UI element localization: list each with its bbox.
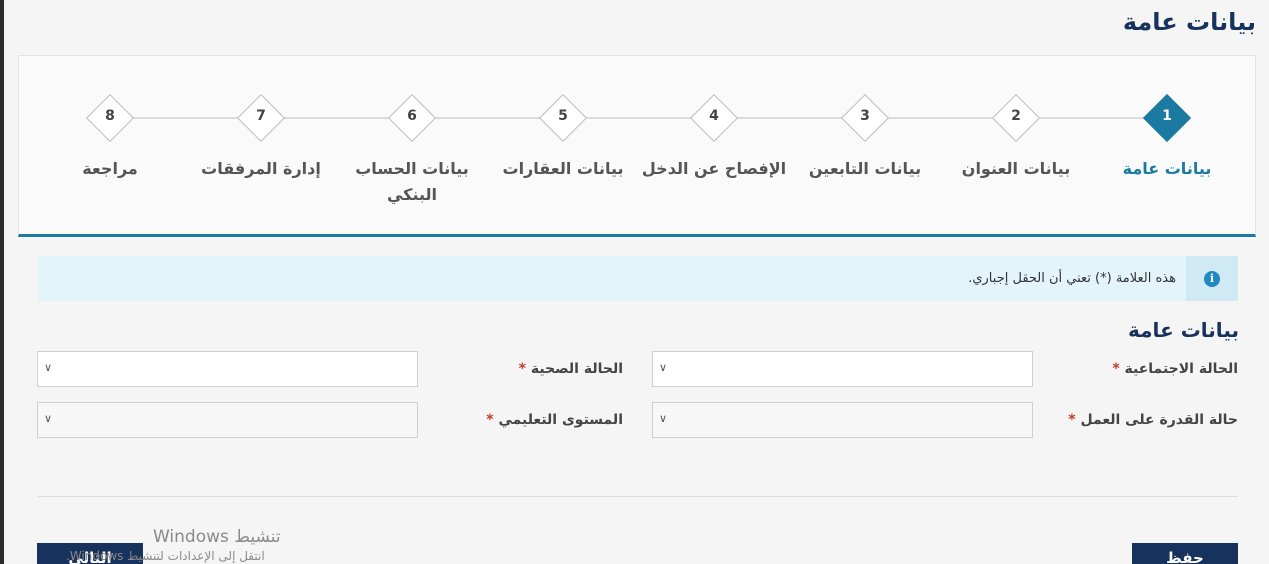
chevron-down-icon: ∨ bbox=[44, 412, 53, 425]
marital-status-select[interactable]: ∨ bbox=[652, 351, 1033, 387]
step-8-number: 8 bbox=[105, 108, 115, 124]
stepper-card: 1 بيانات عامة 2 بيانات العنوان 3 بيانات … bbox=[18, 55, 1256, 237]
step-6-number: 6 bbox=[407, 108, 417, 124]
step-4-number: 4 bbox=[709, 108, 719, 124]
required-asterisk: * bbox=[1068, 412, 1076, 428]
info-text: هذه العلامة (*) تعني أن الحقل إجباري. bbox=[968, 271, 1176, 286]
step-8-label[interactable]: مراجعة bbox=[30, 156, 190, 182]
required-info-bar: i هذه العلامة (*) تعني أن الحقل إجباري. bbox=[38, 256, 1238, 301]
info-icon: i bbox=[1204, 270, 1220, 287]
windows-activation-subtext: انتقل إلى الإعدادات لتنشيط Windows. bbox=[66, 549, 265, 563]
form-divider bbox=[38, 496, 1238, 497]
work-ability-select[interactable]: ∨ bbox=[652, 402, 1033, 438]
step-5-number: 5 bbox=[558, 108, 568, 124]
education-level-select[interactable]: ∨ bbox=[37, 402, 418, 438]
step-4-label[interactable]: الإفصاح عن الدخل bbox=[634, 156, 794, 182]
save-button[interactable]: حفظ bbox=[1132, 543, 1238, 564]
step-3-label[interactable]: بيانات التابعين bbox=[785, 156, 945, 182]
education-level-label: المستوى التعليمي * bbox=[486, 412, 623, 428]
step-7-number: 7 bbox=[256, 108, 266, 124]
required-asterisk: * bbox=[518, 361, 526, 377]
step-1-number: 1 bbox=[1162, 108, 1172, 124]
work-ability-label-text: حالة القدرة على العمل bbox=[1080, 412, 1238, 428]
step-6-label[interactable]: بيانات الحساب البنكي bbox=[332, 156, 492, 208]
windows-activation-watermark: تنشيط Windows bbox=[153, 527, 281, 547]
work-ability-label: حالة القدرة على العمل * bbox=[1068, 412, 1238, 428]
chevron-down-icon: ∨ bbox=[44, 361, 53, 374]
step-5-label[interactable]: بيانات العقارات bbox=[483, 156, 643, 182]
step-1-label[interactable]: بيانات عامة bbox=[1087, 156, 1247, 182]
required-asterisk: * bbox=[1112, 361, 1120, 377]
chevron-down-icon: ∨ bbox=[659, 412, 668, 425]
required-asterisk: * bbox=[486, 412, 494, 428]
step-7-label[interactable]: إدارة المرفقات bbox=[181, 156, 341, 182]
step-3-number: 3 bbox=[860, 108, 870, 124]
info-icon-box: i bbox=[1186, 256, 1238, 301]
page-title: بيانات عامة bbox=[1122, 8, 1256, 36]
health-status-label-text: الحالة الصحية bbox=[530, 361, 623, 377]
marital-status-label-text: الحالة الاجتماعية bbox=[1124, 361, 1238, 377]
marital-status-label: الحالة الاجتماعية * bbox=[1112, 361, 1238, 377]
step-2-number: 2 bbox=[1011, 108, 1021, 124]
education-level-label-text: المستوى التعليمي bbox=[498, 412, 623, 428]
step-2-label[interactable]: بيانات العنوان bbox=[936, 156, 1096, 182]
chevron-down-icon: ∨ bbox=[659, 361, 668, 374]
health-status-select[interactable]: ∨ bbox=[37, 351, 418, 387]
section-title: بيانات عامة bbox=[1128, 318, 1239, 342]
health-status-label: الحالة الصحية * bbox=[519, 361, 623, 377]
